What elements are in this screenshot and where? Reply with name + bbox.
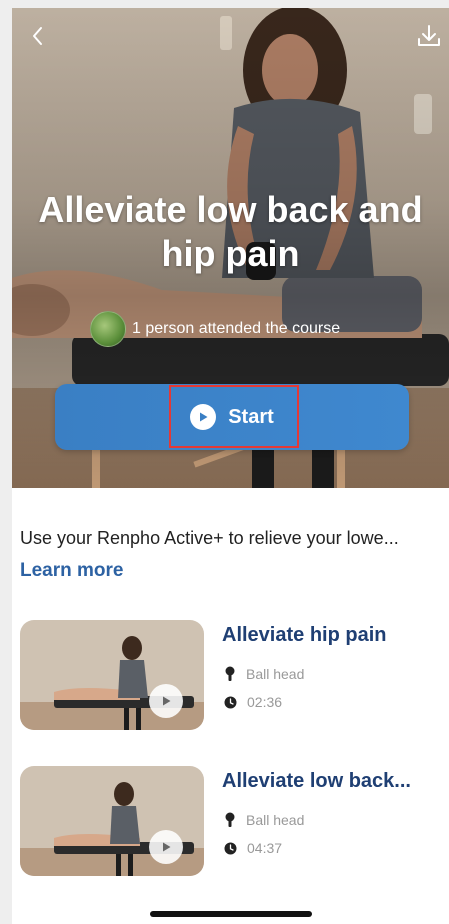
- course-title: Alleviate low back and hip pain: [38, 189, 423, 274]
- hero-banner: Alleviate low back and hip pain 1 person…: [12, 8, 449, 488]
- duration-label: 04:37: [247, 840, 283, 856]
- course-description: Use your Renpho Active+ to relieve your …: [20, 528, 399, 548]
- home-indicator[interactable]: [150, 911, 312, 917]
- attachment-label: Ball head: [246, 812, 305, 828]
- avatar: [90, 311, 126, 347]
- video-thumbnail: [20, 620, 204, 730]
- list-item[interactable]: Alleviate low back... Ball head 04:37: [20, 766, 445, 881]
- play-icon: [149, 830, 183, 864]
- learn-more-link[interactable]: Learn more: [20, 560, 123, 582]
- course-item-title: Alleviate low back...: [222, 770, 411, 792]
- clock-icon: [224, 842, 237, 854]
- video-thumbnail: [20, 766, 204, 876]
- duration-label: 02:36: [247, 694, 283, 710]
- download-button[interactable]: [409, 16, 449, 56]
- start-button-label: Start: [228, 405, 274, 428]
- duration-row: 04:37: [224, 840, 282, 856]
- back-button[interactable]: [18, 16, 58, 56]
- attendees-row: 1 person attended the course: [90, 311, 341, 347]
- list-item[interactable]: Alleviate hip pain Ball head 02:36: [20, 620, 445, 735]
- play-circle-icon: [190, 404, 217, 430]
- massage-head-icon: [225, 812, 235, 827]
- download-icon: [418, 25, 440, 46]
- course-item-title: Alleviate hip pain: [222, 624, 387, 646]
- screen: Alleviate low back and hip pain 1 person…: [12, 8, 449, 924]
- duration-row: 02:36: [224, 694, 282, 710]
- play-icon: [149, 684, 183, 718]
- chevron-left-icon: [33, 27, 42, 45]
- attachment-row: Ball head: [224, 666, 304, 682]
- attendees-text: 1 person attended the course: [132, 320, 341, 337]
- massage-head-icon: [225, 666, 235, 681]
- attachment-row: Ball head: [224, 812, 304, 828]
- start-button-content: Start: [190, 404, 274, 430]
- attachment-label: Ball head: [246, 666, 305, 682]
- clock-icon: [224, 696, 237, 708]
- start-button[interactable]: Start: [55, 384, 409, 450]
